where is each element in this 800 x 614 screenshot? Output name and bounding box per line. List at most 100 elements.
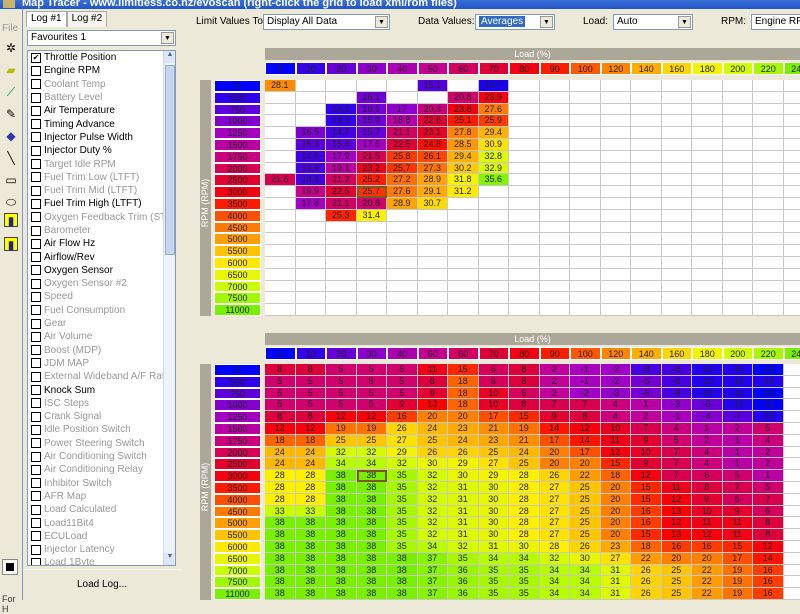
map-cell[interactable] <box>784 435 800 447</box>
map-cell[interactable]: 38 <box>326 529 357 541</box>
map-cell[interactable]: 34 <box>540 565 571 577</box>
map-cell[interactable]: 15.7 <box>357 127 388 139</box>
map-cell[interactable]: 20.3 <box>418 104 449 116</box>
map-cell[interactable] <box>753 174 784 186</box>
map-cell[interactable]: -10 <box>753 411 784 423</box>
map-cell[interactable]: 9 <box>631 435 662 447</box>
map-cell[interactable]: 33 <box>296 506 327 518</box>
map-cell[interactable]: 5 <box>357 364 388 376</box>
map-cell[interactable]: 38 <box>326 506 357 518</box>
map-cell[interactable] <box>692 151 723 163</box>
map-cell[interactable] <box>784 447 800 459</box>
map-cell[interactable] <box>265 127 296 139</box>
checkbox[interactable] <box>31 398 41 408</box>
scroll-down-icon[interactable]: ▼ <box>164 553 176 565</box>
map-cell[interactable]: 10 <box>631 447 662 459</box>
map-cell[interactable]: 37 <box>418 576 449 588</box>
map-cell[interactable]: 37 <box>418 588 449 600</box>
map-cell[interactable]: -8 <box>662 376 693 388</box>
map-cell[interactable]: 15.9 <box>357 115 388 127</box>
map-cell[interactable] <box>387 222 418 234</box>
map-cell[interactable] <box>296 245 327 257</box>
map-cell[interactable]: 9 <box>418 388 449 400</box>
map-cell[interactable] <box>357 281 388 293</box>
map-cell[interactable]: 35 <box>387 517 418 529</box>
map-cell[interactable] <box>784 506 800 518</box>
map-cell[interactable]: -7 <box>723 411 754 423</box>
map-cell[interactable]: 23 <box>448 423 479 435</box>
map-cell[interactable]: 31 <box>601 565 632 577</box>
map-cell[interactable]: 2 <box>723 423 754 435</box>
map-cell[interactable]: 21.5 <box>357 151 388 163</box>
map-cell[interactable] <box>357 222 388 234</box>
map-cell[interactable]: 29.4 <box>479 127 510 139</box>
map-cell[interactable] <box>479 269 510 281</box>
map-cell[interactable]: 14.2 <box>326 104 357 116</box>
map-cell[interactable] <box>540 198 571 210</box>
map-cell[interactable]: 16 <box>753 565 784 577</box>
map-cell[interactable]: 38 <box>326 541 357 553</box>
map-cell[interactable] <box>509 186 540 198</box>
map-cell[interactable]: 12 <box>296 423 327 435</box>
map-cell[interactable]: 1 <box>631 399 662 411</box>
map-cell[interactable]: 20 <box>570 458 601 470</box>
map-cell[interactable]: 15.4 <box>326 139 357 151</box>
map-cell[interactable] <box>570 139 601 151</box>
map-cell[interactable]: 28.9 <box>387 198 418 210</box>
data-values-select[interactable]: Averages▼ <box>475 14 555 30</box>
map-cell[interactable]: 24 <box>296 458 327 470</box>
map-cell[interactable]: 35 <box>509 588 540 600</box>
map-cell[interactable] <box>418 304 449 316</box>
map-cell[interactable]: -6 <box>692 399 723 411</box>
checkbox[interactable] <box>31 505 41 515</box>
scroll-up-icon[interactable]: ▲ <box>164 51 176 63</box>
map-cell[interactable]: 23 <box>601 541 632 553</box>
map-cell[interactable] <box>570 115 601 127</box>
map-cell[interactable] <box>509 281 540 293</box>
map-cell[interactable]: 31 <box>448 482 479 494</box>
map-cell[interactable]: 38 <box>265 565 296 577</box>
map-cell[interactable] <box>784 198 800 210</box>
map-cell[interactable] <box>723 269 754 281</box>
tab-log-2[interactable]: Log #2 <box>67 11 108 27</box>
map-cell[interactable]: 25.7 <box>357 186 388 198</box>
map-cell[interactable]: 38 <box>387 553 418 565</box>
map-cell[interactable] <box>357 233 388 245</box>
map-cell[interactable]: 28.1 <box>265 80 296 92</box>
map-cell[interactable]: 34 <box>509 553 540 565</box>
checkbox[interactable] <box>31 332 41 342</box>
map-cell[interactable] <box>784 257 800 269</box>
map-cell[interactable]: 38 <box>357 588 388 600</box>
map-cell[interactable]: 35 <box>387 470 418 482</box>
checkbox[interactable] <box>31 425 41 435</box>
map-cell[interactable]: 24 <box>265 447 296 459</box>
map-cell[interactable]: 31 <box>601 576 632 588</box>
map-cell[interactable] <box>784 222 800 234</box>
map-cell[interactable] <box>662 151 693 163</box>
map-cell[interactable] <box>631 115 662 127</box>
map-cell[interactable]: 28 <box>509 482 540 494</box>
map-cell[interactable] <box>448 304 479 316</box>
map-cell[interactable] <box>601 198 632 210</box>
map-cell[interactable] <box>357 292 388 304</box>
map-cell[interactable]: 18 <box>448 376 479 388</box>
map-cell[interactable] <box>601 186 632 198</box>
map-cell[interactable]: 38 <box>357 553 388 565</box>
map-cell[interactable] <box>601 304 632 316</box>
map-cell[interactable] <box>784 127 800 139</box>
map-cell[interactable]: 19 <box>723 576 754 588</box>
map-cell[interactable]: 6 <box>479 364 510 376</box>
map-cell[interactable] <box>540 115 571 127</box>
map-cell[interactable] <box>418 92 449 104</box>
map-cell[interactable] <box>631 127 662 139</box>
map-cell[interactable]: 13 <box>662 529 693 541</box>
map-cell[interactable]: 28 <box>509 494 540 506</box>
map-cell[interactable]: 12 <box>601 447 632 459</box>
map-cell[interactable]: 27 <box>387 435 418 447</box>
map-cell[interactable] <box>753 80 784 92</box>
map-cell[interactable]: 32 <box>418 482 449 494</box>
map-cell[interactable]: 19 <box>326 423 357 435</box>
map-cell[interactable]: 5 <box>265 388 296 400</box>
map-cell[interactable]: 8 <box>692 482 723 494</box>
map-cell[interactable]: 8 <box>418 376 449 388</box>
